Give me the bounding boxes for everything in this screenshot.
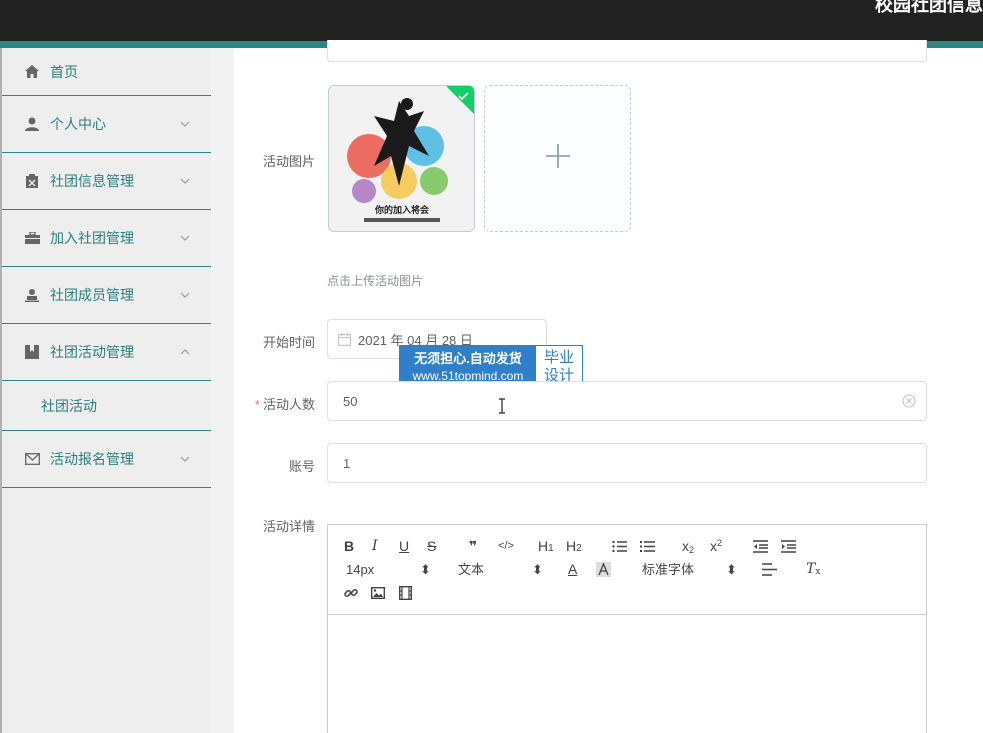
uploaded-image-thumbnail[interactable]: 你的加入将会: [328, 85, 475, 232]
sidebar-item-club-activity[interactable]: 社团活动管理: [2, 324, 211, 381]
sidebar-subitem-label: 社团活动: [41, 397, 97, 414]
image-icon[interactable]: [371, 584, 385, 602]
check-icon: [458, 88, 469, 106]
sidebar-item-club-info[interactable]: 社团信息管理: [2, 153, 211, 210]
font-family-select[interactable]: 标准字体: [642, 562, 694, 578]
link-icon[interactable]: [344, 584, 358, 602]
plus-icon: [545, 143, 571, 174]
chevron-down-icon: [179, 453, 191, 465]
outdent-icon[interactable]: [753, 537, 768, 555]
account-value: 1: [343, 455, 351, 471]
blockquote-icon[interactable]: ❞: [469, 537, 477, 555]
subscript-icon[interactable]: x2: [682, 537, 694, 555]
activity-count-label: * 活动人数: [254, 397, 315, 412]
code-block-icon[interactable]: </>: [498, 537, 514, 555]
text-type-select[interactable]: 文本: [458, 562, 484, 578]
required-asterisk: *: [254, 397, 260, 412]
chevron-down-icon: [179, 175, 191, 187]
activity-poster-image: 你的加入将会: [329, 86, 474, 231]
chevron-down-icon: [179, 118, 191, 130]
top-bar: 校园社团信息: [0, 0, 983, 41]
sidebar-item-join-club[interactable]: 加入社团管理: [2, 210, 211, 267]
sidebar-item-label: 社团信息管理: [50, 173, 134, 189]
briefcase-icon: [24, 230, 40, 246]
heading2-icon[interactable]: H2: [566, 537, 582, 555]
bold-icon[interactable]: B: [344, 537, 354, 555]
account-label: 账号: [288, 459, 315, 474]
clipboard-icon: [24, 173, 40, 189]
bookmark-icon: [24, 344, 40, 360]
align-icon[interactable]: [762, 560, 777, 578]
sidebar-subitem-activities[interactable]: 社团活动: [2, 381, 211, 431]
sidebar-item-label: 活动报名管理: [50, 451, 134, 467]
activity-image-label: 活动图片: [262, 154, 315, 169]
watermark-right1: 毕业: [543, 349, 574, 366]
calendar-icon: [338, 332, 351, 346]
content-gutter: [211, 48, 234, 733]
sidebar-item-personal-center[interactable]: 个人中心: [2, 96, 211, 153]
ordered-list-icon[interactable]: [612, 537, 627, 555]
clear-format-icon[interactable]: Tx: [806, 560, 820, 578]
sidebar-item-club-members[interactable]: 社团成员管理: [2, 267, 211, 324]
strikethrough-icon[interactable]: S: [427, 537, 436, 555]
editor-toolbar: B I U S ❞ </> H1 H2 x2 x2 14px ⬍ 文本 ⬍ A …: [328, 525, 926, 615]
sidebar-item-label: 个人中心: [50, 116, 106, 132]
underline-icon[interactable]: U: [399, 537, 409, 555]
sidebar-item-label: 首页: [50, 63, 78, 80]
text-cursor-icon: [498, 398, 506, 419]
sidebar-item-home[interactable]: 首页: [2, 48, 211, 96]
italic-icon[interactable]: I: [372, 537, 378, 555]
upload-add-button[interactable]: [484, 85, 631, 232]
background-color-icon[interactable]: [596, 560, 611, 578]
watermark-line1: 无须担心.自动发货: [414, 351, 522, 366]
select-arrows-icon: ⬍: [726, 562, 737, 577]
bullet-list-icon[interactable]: [640, 537, 655, 555]
video-icon[interactable]: [399, 584, 412, 602]
sidebar: 首页 个人中心 社团信息管理 加入社团管理 社团成员管理 社团活动管理 社团活动…: [0, 48, 211, 733]
heading1-icon[interactable]: H1: [538, 537, 554, 555]
activity-count-value: 50: [343, 393, 358, 409]
home-icon: [24, 64, 40, 80]
sidebar-item-label: 加入社团管理: [50, 230, 134, 246]
chevron-down-icon: [179, 289, 191, 301]
font-size-select[interactable]: 14px: [346, 562, 374, 578]
person-icon: [24, 287, 40, 303]
app-title: 校园社团信息: [875, 0, 983, 15]
sidebar-item-label: 社团成员管理: [50, 287, 134, 303]
font-color-icon[interactable]: A: [568, 560, 577, 578]
user-icon: [24, 116, 40, 132]
account-input[interactable]: 1: [327, 443, 927, 483]
chevron-up-icon: [179, 346, 191, 358]
previous-field-input[interactable]: [327, 40, 927, 62]
rich-text-editor: B I U S ❞ </> H1 H2 x2 x2 14px ⬍ 文本 ⬍ A …: [327, 524, 927, 733]
sidebar-item-activity-signup[interactable]: 活动报名管理: [2, 431, 211, 488]
activity-detail-label: 活动详情: [262, 519, 315, 534]
upload-hint: 点击上传活动图片: [327, 274, 424, 288]
editor-content-area[interactable]: [328, 615, 926, 733]
mail-icon: [24, 451, 40, 467]
select-arrows-icon: ⬍: [532, 562, 543, 577]
poster-caption: 你的加入将会: [374, 204, 430, 216]
superscript-icon[interactable]: x2: [710, 537, 722, 555]
activity-count-input[interactable]: 50: [327, 381, 927, 421]
start-time-label: 开始时间: [262, 335, 315, 350]
clear-icon[interactable]: [902, 394, 916, 408]
select-arrows-icon: ⬍: [420, 562, 431, 577]
indent-icon[interactable]: [781, 537, 796, 555]
sidebar-item-label: 社团活动管理: [50, 344, 134, 360]
chevron-down-icon: [179, 232, 191, 244]
